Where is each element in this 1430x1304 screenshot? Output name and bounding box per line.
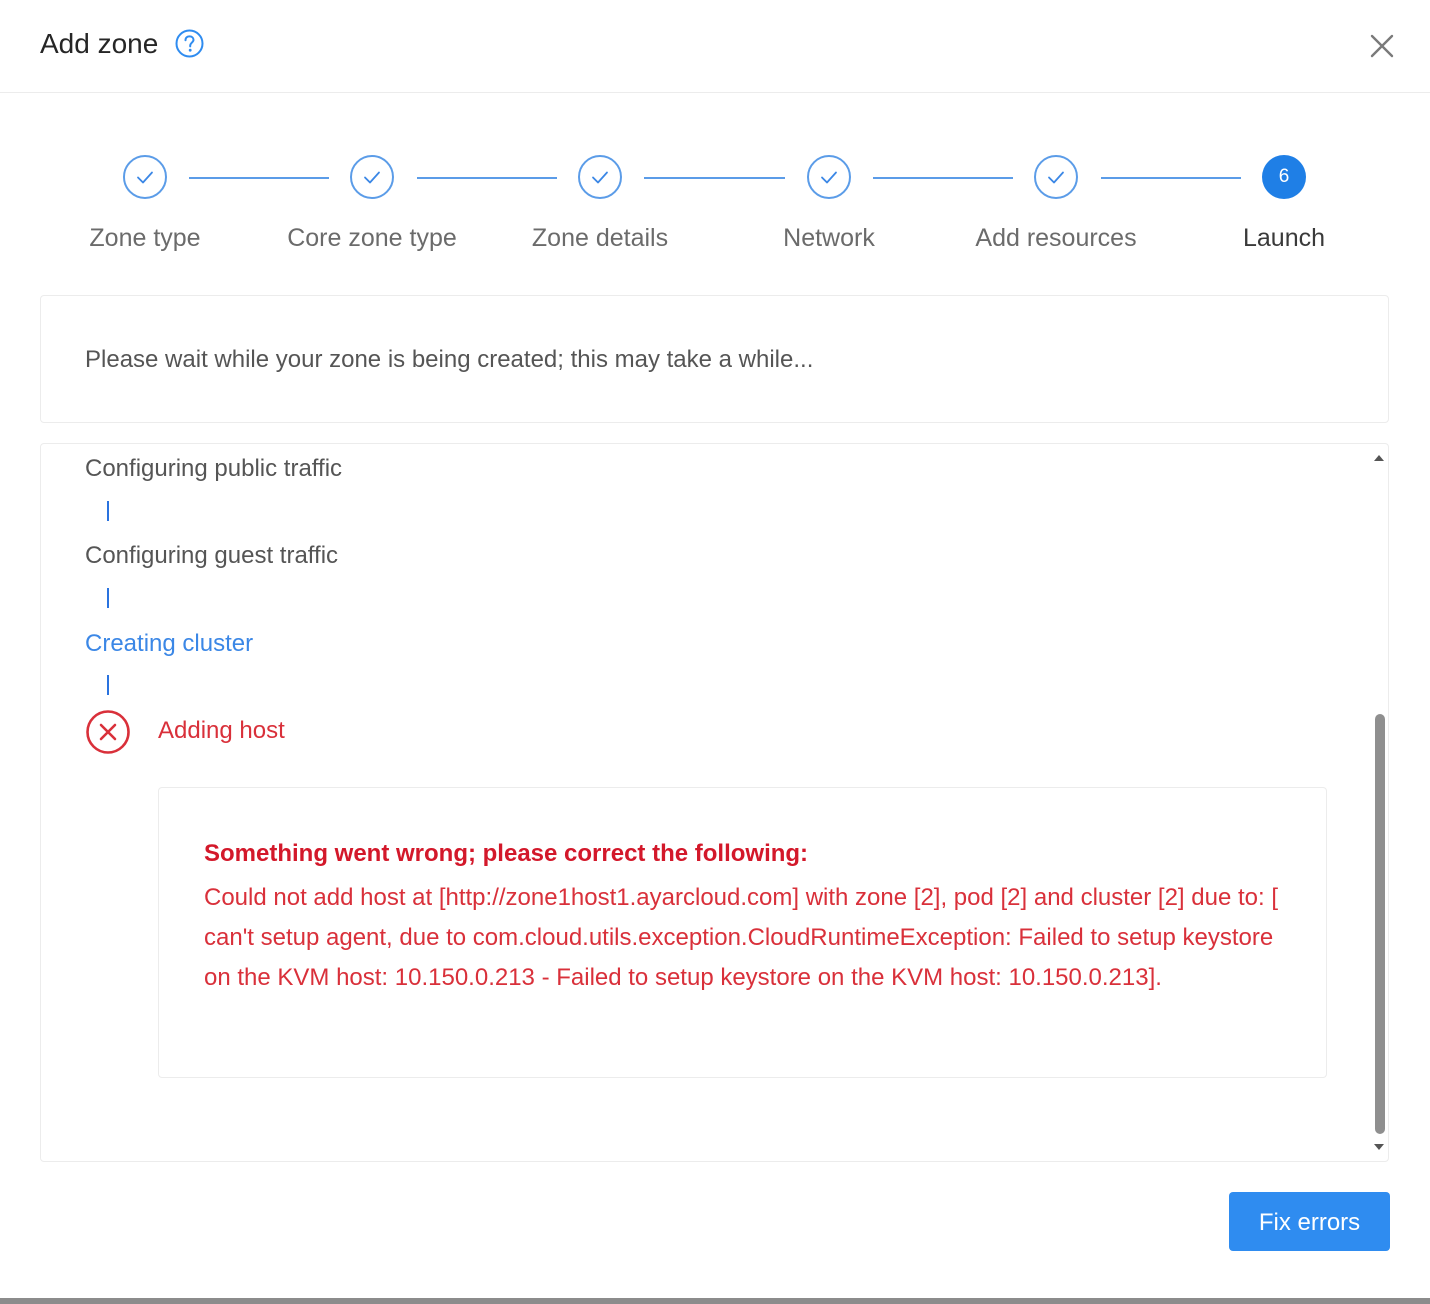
error-title: Something went wrong; please correct the… xyxy=(204,840,809,867)
scroll-up-arrow-icon[interactable] xyxy=(1374,455,1384,461)
step-5-check-icon xyxy=(1034,155,1078,199)
step-6-number: 6 xyxy=(1262,155,1306,199)
step-2-check-icon xyxy=(350,155,394,199)
error-message: Could not add host at [http://zone1host1… xyxy=(204,884,1278,991)
step-label-zone-type: Zone type xyxy=(89,224,201,252)
error-details-box: Something went wrong; please correct the… xyxy=(158,787,1327,1078)
step-4-check-icon xyxy=(807,155,851,199)
step-label-core-zone-type: Core zone type xyxy=(287,224,457,252)
dialog-title: Add zone xyxy=(40,28,159,59)
step-label-launch: Launch xyxy=(1242,224,1326,252)
background-page-strip xyxy=(0,1298,1430,1304)
step-connector xyxy=(873,177,1013,179)
fix-errors-button[interactable]: Fix errors xyxy=(1229,1192,1390,1251)
step-connector xyxy=(417,177,557,179)
step-label-zone-details: Zone details xyxy=(531,224,669,252)
dialog-header: Add zone xyxy=(0,0,1430,93)
step-connector xyxy=(644,177,785,179)
progress-connector xyxy=(107,501,109,521)
step-connector xyxy=(189,177,329,179)
progress-item-guest-traffic: Configuring guest traffic xyxy=(85,542,339,569)
info-panel: Please wait while your zone is being cre… xyxy=(40,295,1389,423)
step-3-check-icon xyxy=(578,155,622,199)
progress-connector xyxy=(107,675,109,695)
close-icon[interactable] xyxy=(1368,32,1396,60)
wait-message: Please wait while your zone is being cre… xyxy=(85,346,814,373)
progress-item-creating-cluster: Creating cluster xyxy=(85,630,254,657)
step-1-check-icon xyxy=(123,155,167,199)
question-circle-icon[interactable] xyxy=(175,29,204,58)
progress-item-adding-host: Adding host xyxy=(158,717,285,744)
scroll-down-arrow-icon[interactable] xyxy=(1374,1144,1384,1150)
step-connector xyxy=(1101,177,1241,179)
step-label-network: Network xyxy=(783,224,875,252)
add-zone-dialog: Add zone 6 Zone type Core zone type Zone… xyxy=(0,0,1430,1298)
close-circle-icon xyxy=(86,710,130,754)
progress-connector xyxy=(107,588,109,608)
progress-item-public-traffic: Configuring public traffic xyxy=(85,455,343,482)
step-label-add-resources: Add resources xyxy=(975,224,1137,252)
scrollbar-thumb[interactable] xyxy=(1375,714,1385,1134)
progress-panel[interactable]: Configuring public traffic Configuring g… xyxy=(40,443,1389,1162)
